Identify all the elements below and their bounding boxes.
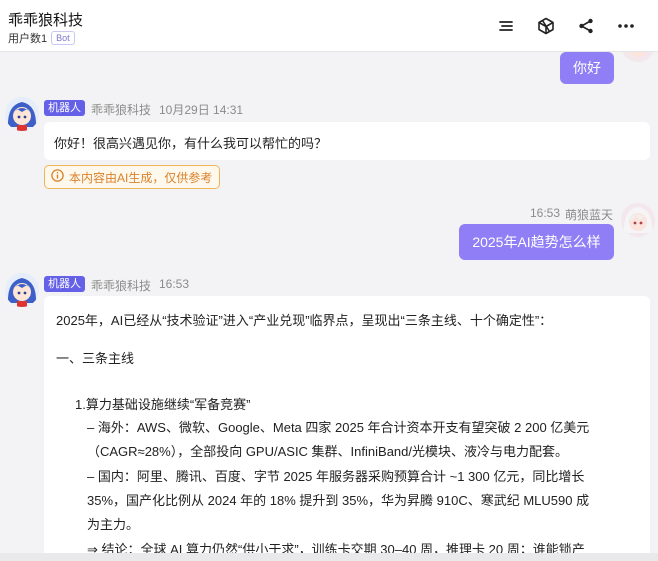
list-line: – 国内：阿里、腾讯、百度、字节 2025 年服务器采购预算合计 ~1 300 … [87, 469, 585, 484]
section-heading: 一、三条主线 [56, 351, 135, 366]
ai-notice-text: 本内容由AI生成，仅供参考 [69, 170, 213, 185]
info-icon [51, 169, 64, 185]
bot-message-text: 你好！很高兴遇见你，有什么我可以帮忙的吗？ [54, 136, 328, 151]
list-icon[interactable] [494, 14, 518, 38]
message-time: 16:53 [159, 277, 190, 291]
user-message-text: 2025年AI趋势怎么样 [472, 234, 601, 250]
bot-tag: 机器人 [44, 276, 85, 292]
list-line: 35%，国产化比例从 2024 年的 18% 提升到 35%，华为昇腾 910C… [87, 493, 590, 508]
sender-name: 乖乖狼科技 [91, 279, 152, 293]
cube-icon[interactable] [534, 14, 558, 38]
bot-message-bubble: 你好！很高兴遇见你，有什么我可以帮忙的吗？ [44, 122, 650, 160]
sender-name: 乖乖狼科技 [91, 103, 152, 117]
bot-tag: 机器人 [44, 100, 85, 116]
share-icon[interactable] [574, 14, 598, 38]
list-line: – 海外：AWS、微软、Google、Meta 四家 2025 年合计资本开支有… [87, 420, 590, 435]
bottom-bar [0, 553, 658, 561]
ai-notice: 本内容由AI生成，仅供参考 [44, 165, 220, 189]
sender-name: 萌狼蓝天 [565, 208, 614, 222]
bot-message-bubble: 2025年，AI已经从“技术验证”进入“产业兑现”临界点，呈现出“三条主线、十个… [44, 296, 650, 561]
more-icon[interactable] [614, 14, 638, 38]
user-message-text: 你好 [573, 60, 601, 76]
user-count: 用户数1 [8, 33, 48, 45]
chat-subtitle: 用户数1 Bot [8, 30, 75, 46]
list-heading: 1.算力基础设施继续“军备竞赛” [75, 397, 251, 412]
bot-avatar[interactable] [5, 97, 39, 131]
user-message-bubble: 2025年AI趋势怎么样 [459, 224, 614, 260]
user-message-bubble: 你好 [560, 52, 614, 84]
bot-badge: Bot [51, 31, 75, 45]
chat-title: 乖乖狼科技 [8, 12, 84, 29]
message-time: 10月29日 14:31 [159, 103, 244, 117]
bot-avatar[interactable] [5, 273, 39, 307]
list-line: 为主力。 [87, 517, 140, 532]
message-paragraph: 2025年，AI已经从“技术验证”进入“产业兑现”临界点，呈现出“三条主线、十个… [56, 313, 553, 328]
message-time: 16:53 [530, 206, 561, 220]
user-avatar[interactable] [621, 203, 655, 237]
chat-header: 乖乖狼科技 用户数1 Bot [0, 0, 658, 52]
chat-area[interactable]: 你好 机器人 乖乖狼科技 10月29日 14:31 你好！很高兴遇见你，有什么我… [0, 52, 658, 561]
user-avatar[interactable] [621, 52, 655, 62]
list-line: （CAGR≈28%），全部投向 GPU/ASIC 集群、InfiniBand/光… [87, 444, 568, 459]
